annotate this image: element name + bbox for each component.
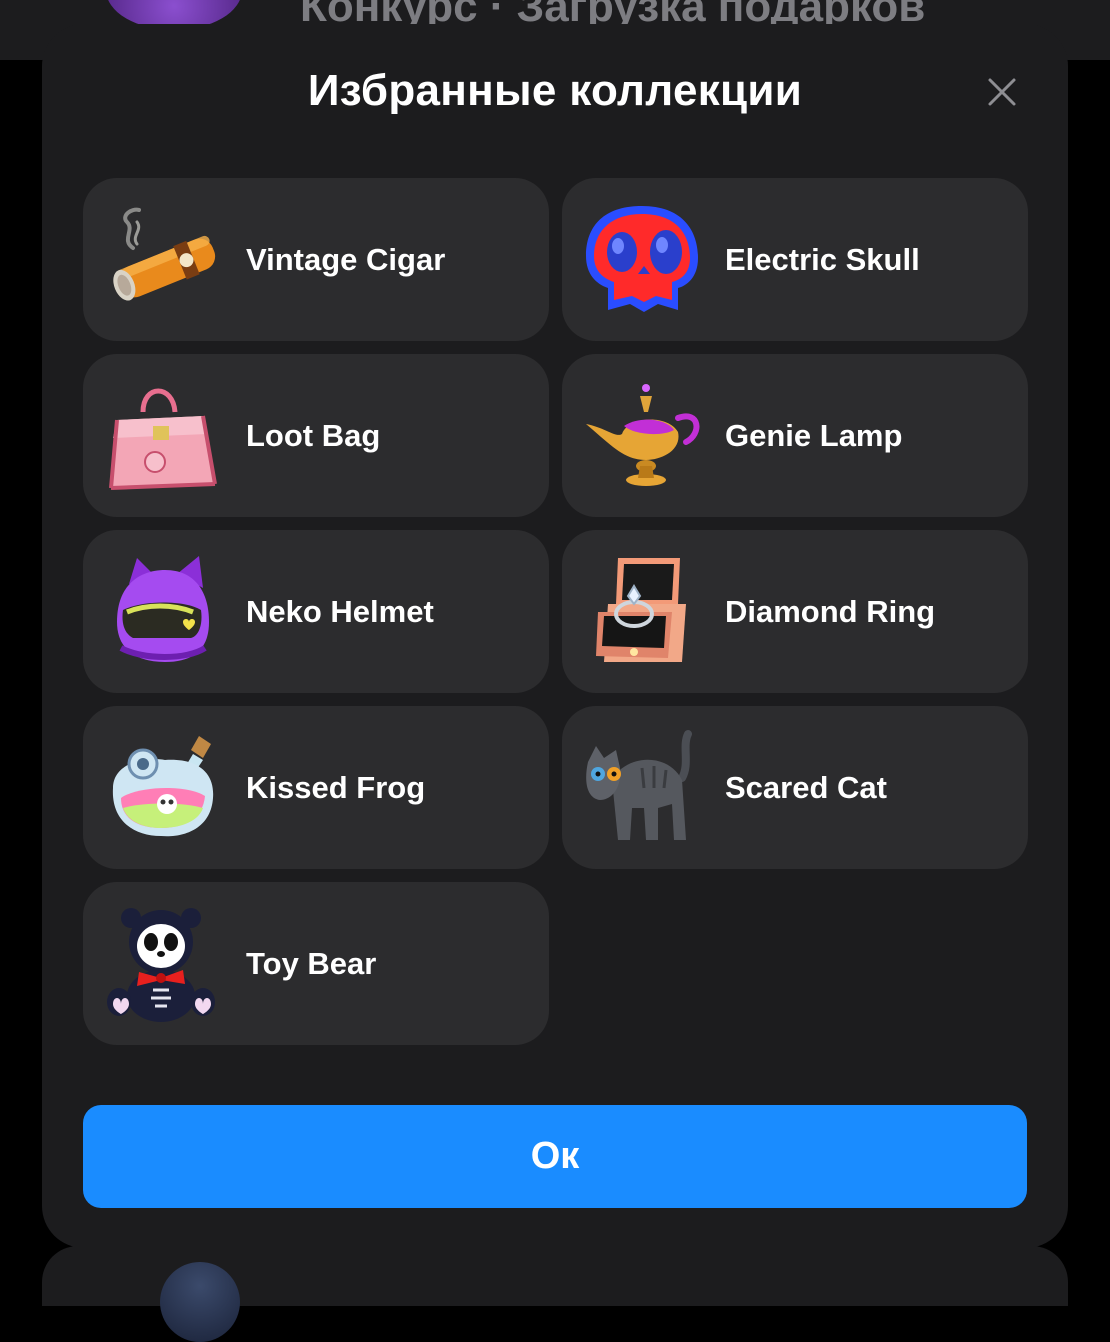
collection-label: Vintage Cigar — [246, 241, 446, 277]
ok-button[interactable]: Ок — [83, 1105, 1027, 1208]
modal-title: Избранные коллекции — [307, 66, 803, 115]
toy-bear-icon — [103, 904, 223, 1024]
collection-label: Toy Bear — [246, 945, 377, 981]
close-icon — [988, 78, 1016, 106]
background-avatar-bottom — [160, 1262, 240, 1342]
collection-kissed-frog[interactable]: Kissed Frog — [83, 706, 549, 869]
collection-label: Diamond Ring — [725, 593, 936, 629]
collection-label: Genie Lamp — [725, 417, 903, 453]
collection-label: Electric Skull — [725, 241, 920, 277]
collection-toy-bear[interactable]: Toy Bear — [83, 882, 549, 1045]
diamond-ring-icon — [582, 552, 702, 672]
collection-genie-lamp[interactable]: Genie Lamp — [562, 354, 1028, 517]
scared-cat-icon — [582, 728, 702, 848]
loot-bag-icon — [103, 376, 223, 496]
close-button[interactable] — [980, 70, 1024, 114]
collection-electric-skull[interactable]: Electric Skull — [562, 178, 1028, 341]
collection-label: Loot Bag — [246, 417, 381, 453]
collection-vintage-cigar[interactable]: Vintage Cigar — [83, 178, 549, 341]
collection-label: Scared Cat — [725, 769, 887, 805]
kissed-frog-icon — [103, 728, 223, 848]
collection-label: Neko Helmet — [246, 593, 434, 629]
collection-label: Kissed Frog — [246, 769, 426, 805]
collection-neko-helmet[interactable]: Neko Helmet — [83, 530, 549, 693]
collections-grid: Vintage Cigar Electric Skull Loot Bag Ge… — [83, 178, 1028, 1045]
collection-diamond-ring[interactable]: Diamond Ring — [562, 530, 1028, 693]
collection-scared-cat[interactable]: Scared Cat — [562, 706, 1028, 869]
vintage-cigar-icon — [103, 200, 223, 320]
collection-loot-bag[interactable]: Loot Bag — [83, 354, 549, 517]
neko-helmet-icon — [103, 552, 223, 672]
electric-skull-icon — [582, 200, 702, 320]
genie-lamp-icon — [582, 376, 702, 496]
